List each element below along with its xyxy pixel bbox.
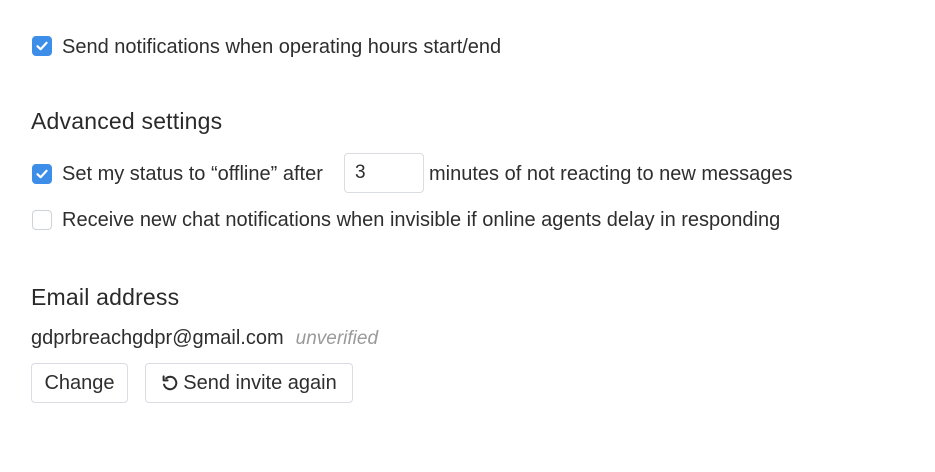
refresh-icon	[161, 374, 179, 392]
email-address-value: gdprbreachgdpr@gmail.com	[31, 327, 284, 349]
hours-notification-label: Send notifications when operating hours …	[62, 36, 502, 58]
offline-minutes-suffix-label: minutes of not reacting to new messages	[429, 163, 793, 185]
check-icon	[36, 169, 48, 179]
send-invite-again-button[interactable]: Send invite again	[145, 363, 353, 403]
offline-status-checkbox[interactable]	[32, 164, 52, 184]
offline-minutes-input[interactable]	[344, 153, 424, 193]
advanced-settings-heading: Advanced settings	[31, 108, 223, 134]
invisible-notifications-checkbox[interactable]	[32, 210, 52, 230]
offline-status-label: Set my status to “offline” after	[62, 163, 323, 185]
invisible-notifications-label: Receive new chat notifications when invi…	[62, 209, 781, 231]
hours-notification-checkbox[interactable]	[32, 36, 52, 56]
change-email-button[interactable]: Change	[31, 363, 128, 403]
email-address-heading: Email address	[31, 284, 180, 310]
change-email-button-label: Change	[44, 371, 115, 394]
email-row: gdprbreachgdpr@gmail.com unverified	[31, 326, 378, 351]
send-invite-again-label: Send invite again	[183, 371, 337, 394]
email-status-badge: unverified	[295, 328, 379, 349]
check-icon	[36, 41, 48, 51]
